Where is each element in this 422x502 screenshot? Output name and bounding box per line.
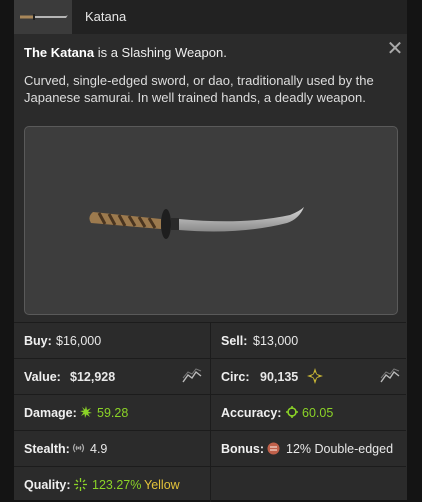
- circ-label: Circ:: [221, 370, 250, 384]
- circ-stat: Circ: 90,135: [210, 358, 406, 394]
- damage-burst-icon: [80, 406, 92, 418]
- bonus-label: Bonus:: [221, 442, 265, 456]
- item-header[interactable]: Katana: [14, 0, 407, 34]
- stealth-value: 4.9: [90, 442, 108, 456]
- trend-chart-icon[interactable]: [182, 368, 202, 384]
- buy-value: $16,000: [56, 334, 102, 348]
- item-name: The Katana: [24, 45, 95, 60]
- buy-label: Buy:: [24, 334, 52, 348]
- sell-label: Sell:: [221, 334, 248, 348]
- value-value: $12,928: [70, 370, 116, 384]
- katana-image: [89, 207, 304, 239]
- damage-value: 59.28: [97, 406, 129, 420]
- value-label: Value:: [24, 370, 61, 384]
- bonus-badge-icon: [267, 442, 280, 455]
- quality-label: Quality:: [24, 478, 71, 492]
- accuracy-label: Accuracy:: [221, 406, 282, 420]
- damage-label: Damage:: [24, 406, 77, 420]
- quality-tier: Yellow: [144, 478, 180, 492]
- stealth-stat: Stealth: 4.9: [14, 430, 210, 466]
- item-type-text: is a Slashing Weapon.: [94, 45, 227, 60]
- sparkle-icon: [74, 478, 87, 491]
- damage-stat: Damage: 59.28: [14, 394, 210, 430]
- circ-value: 90,135: [260, 370, 299, 384]
- buy-stat: Buy: $16,000: [14, 322, 210, 358]
- accuracy-value: 60.05: [302, 406, 334, 420]
- sell-value: $13,000: [253, 334, 299, 348]
- empty-stat-cell: [210, 466, 406, 502]
- item-image-frame: [24, 126, 398, 315]
- stealth-label: Stealth:: [24, 442, 70, 456]
- item-description: Curved, single-edged sword, or dao, trad…: [24, 73, 374, 105]
- sell-stat: Sell: $13,000: [210, 322, 406, 358]
- quality-value: 123.27%: [92, 478, 142, 492]
- accuracy-stat: Accuracy: 60.05: [210, 394, 406, 430]
- noise-icon: [72, 443, 85, 453]
- trend-chart-icon[interactable]: [380, 368, 400, 384]
- item-info-panel: The Katana is a Slashing Weapon. Curved,…: [14, 34, 407, 502]
- bonus-stat: Bonus: 12% Double-edged: [210, 430, 406, 466]
- katana-thumbnail: [14, 0, 72, 34]
- diamond-star-icon: [307, 368, 323, 384]
- quality-stat: Quality: 123.27% Yellow: [14, 466, 210, 502]
- crosshair-icon: [286, 406, 298, 418]
- bonus-value: 12% Double-edged: [286, 442, 394, 456]
- item-type-line: The Katana is a Slashing Weapon.: [24, 45, 227, 60]
- value-stat: Value: $12,928: [14, 358, 210, 394]
- close-icon[interactable]: ✕: [385, 39, 405, 59]
- item-title: Katana: [85, 9, 127, 24]
